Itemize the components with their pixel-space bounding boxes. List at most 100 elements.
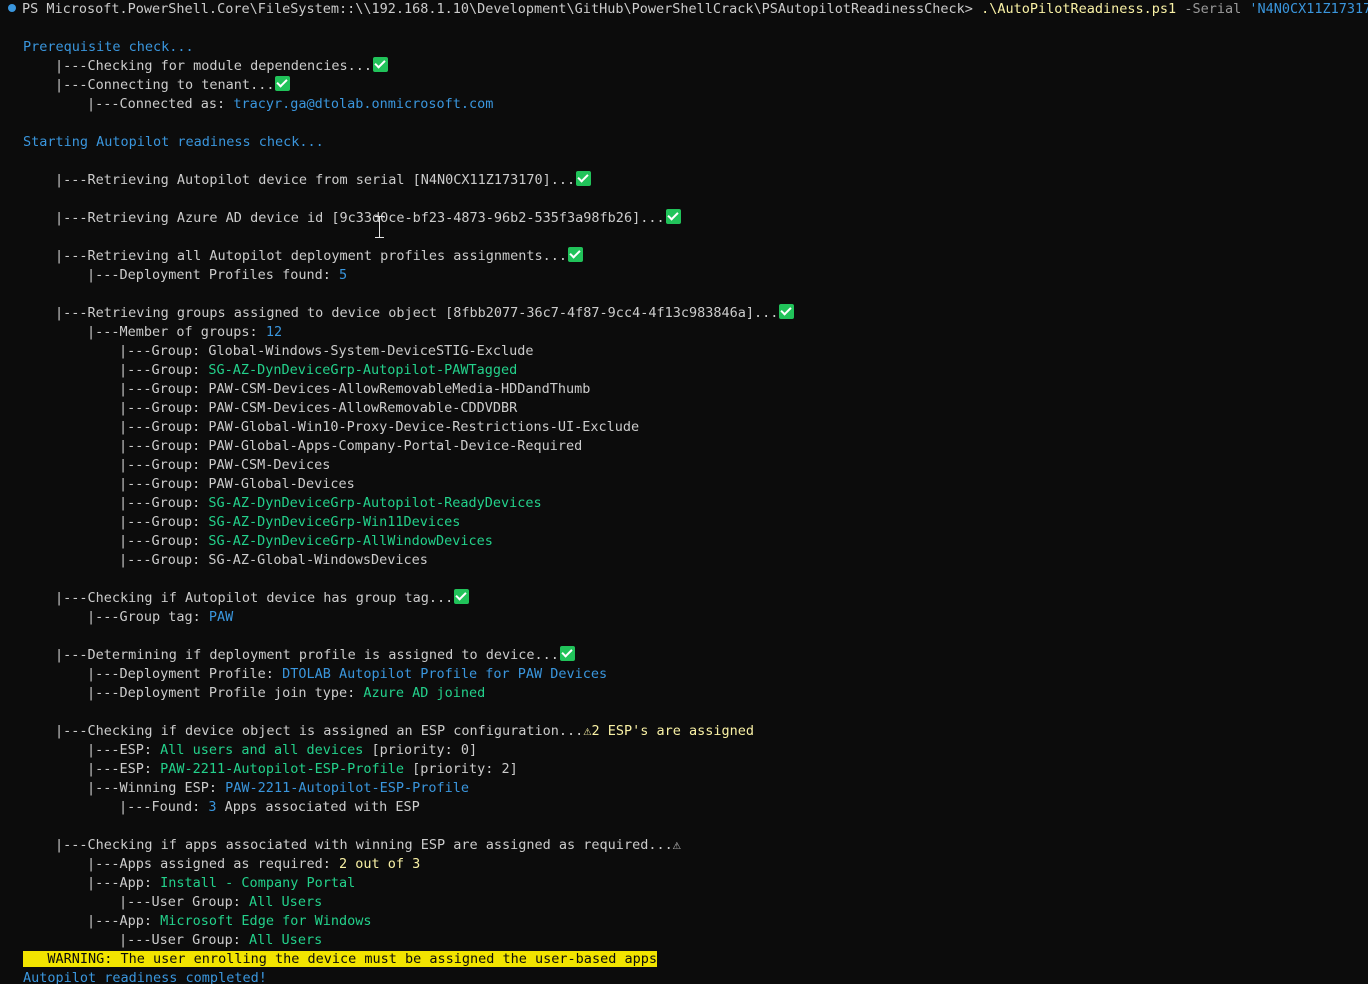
usergroup-value: All Users bbox=[249, 894, 323, 910]
prereq-tenant: |---Connecting to tenant... bbox=[55, 77, 275, 93]
step-retrieve-aad: |---Retrieving Azure AD device id [9c33d… bbox=[55, 209, 681, 228]
profiles-found-value: 5 bbox=[338, 267, 348, 283]
app-label: |---App: bbox=[87, 875, 161, 891]
check-icon bbox=[559, 646, 575, 661]
warning-text: WARNING: The user enrolling the device m… bbox=[23, 951, 657, 967]
profiles-found-label: |---Deployment Profiles found: bbox=[87, 267, 339, 283]
winning-value: PAW-2211-Autopilot-ESP-Profile bbox=[225, 780, 470, 796]
list-item: |---Group: SG-AZ-Global-WindowsDevices bbox=[119, 551, 428, 570]
list-item: |---Group: PAW-CSM-Devices bbox=[119, 456, 330, 475]
prereq-connected-line: |---Connected as: tracyr.ga@dtolab.onmic… bbox=[87, 95, 493, 114]
prompt-dot-icon bbox=[8, 4, 16, 12]
grouptag-line: |---Group tag: PAW bbox=[87, 608, 233, 627]
prompt-param: -Serial bbox=[1184, 1, 1242, 17]
prereq-modules: |---Checking for module dependencies... bbox=[55, 58, 372, 74]
apps-assigned-value: 2 out of 3 bbox=[338, 856, 421, 872]
esp-label: |---ESP: bbox=[87, 761, 161, 777]
group-prefix: |---Group: bbox=[119, 457, 209, 473]
list-item: |---Group: Global-Windows-System-DeviceS… bbox=[119, 342, 534, 361]
app2-name: Microsoft Edge for Windows bbox=[160, 913, 372, 929]
step-retrieve-device: |---Retrieving Autopilot device from ser… bbox=[55, 171, 592, 190]
esp1-name: All users and all devices bbox=[160, 742, 364, 758]
esp-check: |---Checking if device object is assigne… bbox=[55, 723, 584, 739]
esp2-name: PAW-2211-Autopilot-ESP-Profile bbox=[160, 761, 404, 777]
member-of-groups-line: |---Member of groups: 12 bbox=[87, 323, 282, 342]
list-item: |---Group: PAW-CSM-Devices-AllowRemovabl… bbox=[119, 380, 590, 399]
profile-join-value: Azure AD joined bbox=[363, 685, 486, 701]
usergroup-value: All Users bbox=[249, 932, 323, 948]
profiles-found-line: |---Deployment Profiles found: 5 bbox=[87, 266, 347, 285]
step-retrieve-profiles: |---Retrieving all Autopilot deployment … bbox=[55, 247, 584, 266]
esp-check-line: |---Checking if device object is assigne… bbox=[55, 722, 754, 741]
found-label: |---Found: bbox=[119, 799, 209, 815]
group-name: PAW-CSM-Devices-AllowRemovableMedia-HDDa… bbox=[208, 381, 591, 397]
list-item: |---Group: SG-AZ-DynDeviceGrp-Win11Devic… bbox=[119, 513, 460, 532]
esp2-line: |---ESP: PAW-2211-Autopilot-ESP-Profile … bbox=[87, 760, 518, 779]
esp2-priority: [priority: 2] bbox=[404, 761, 518, 777]
list-item: |---Group: SG-AZ-DynDeviceGrp-Autopilot-… bbox=[119, 361, 517, 380]
check-icon bbox=[372, 57, 388, 72]
group-prefix: |---Group: bbox=[119, 419, 209, 435]
profile-join-line: |---Deployment Profile join type: Azure … bbox=[87, 684, 485, 703]
check-icon bbox=[779, 304, 795, 319]
group-prefix: |---Group: bbox=[119, 400, 209, 416]
warning-line: WARNING: The user enrolling the device m… bbox=[23, 950, 657, 969]
group-prefix: |---Group: bbox=[119, 533, 209, 549]
group-name: SG-AZ-DynDeviceGrp-Autopilot-PAWTagged bbox=[208, 362, 518, 378]
prompt-command: .\AutoPilotReadiness.ps1 bbox=[981, 1, 1177, 17]
usergroup-label: |---User Group: bbox=[119, 932, 250, 948]
group-name: PAW-Global-Devices bbox=[208, 476, 355, 492]
terminal-window[interactable]: PS Microsoft.PowerShell.Core\FileSystem:… bbox=[0, 0, 1368, 984]
profile-line: |---Deployment Profile: DTOLAB Autopilot… bbox=[87, 665, 607, 684]
winning-label: |---Winning ESP: bbox=[87, 780, 226, 796]
group-name: PAW-CSM-Devices bbox=[208, 457, 331, 473]
group-name: Global-Windows-System-DeviceSTIG-Exclude bbox=[208, 343, 534, 359]
list-item: |---Group: SG-AZ-DynDeviceGrp-Autopilot-… bbox=[119, 494, 542, 513]
step-retrieve-profiles-text: |---Retrieving all Autopilot deployment … bbox=[55, 248, 568, 264]
usergroup-label: |---User Group: bbox=[119, 894, 250, 910]
completed-text: Autopilot readiness completed! bbox=[23, 970, 267, 984]
grouptag-check: |---Checking if Autopilot device has gro… bbox=[55, 590, 454, 606]
winning-esp-line: |---Winning ESP: PAW-2211-Autopilot-ESP-… bbox=[87, 779, 469, 798]
esp-found-line: |---Found: 3 Apps associated with ESP bbox=[119, 798, 420, 817]
step-retrieve-groups-text: |---Retrieving groups assigned to device… bbox=[55, 305, 779, 321]
start-title: Starting Autopilot readiness check... bbox=[23, 134, 324, 150]
profile-check: |---Determining if deployment profile is… bbox=[55, 647, 559, 663]
prereq-modules-line: |---Checking for module dependencies... bbox=[55, 57, 388, 76]
group-prefix: |---Group: bbox=[119, 381, 209, 397]
group-name: SG-AZ-Global-WindowsDevices bbox=[208, 552, 428, 568]
check-icon bbox=[568, 247, 584, 262]
profile-join-label: |---Deployment Profile join type: bbox=[87, 685, 364, 701]
app1-name: Install - Company Portal bbox=[160, 875, 356, 891]
group-name: SG-AZ-DynDeviceGrp-Win11Devices bbox=[208, 514, 461, 530]
esp-warn-text: 2 ESP's are assigned bbox=[591, 723, 755, 739]
prereq-title: Prerequisite check... bbox=[23, 39, 194, 55]
esp-label: |---ESP: bbox=[87, 742, 161, 758]
profile-check-line: |---Determining if deployment profile is… bbox=[55, 646, 575, 665]
check-icon bbox=[275, 76, 291, 91]
apps-assigned-line: |---Apps assigned as required: 2 out of … bbox=[87, 855, 420, 874]
group-name: SG-AZ-DynDeviceGrp-AllWindowDevices bbox=[208, 533, 493, 549]
app1-line: |---App: Install - Company Portal bbox=[87, 874, 355, 893]
apps-check-line: |---Checking if apps associated with win… bbox=[55, 836, 681, 855]
mouse-cursor-icon bbox=[374, 215, 385, 239]
group-name: PAW-Global-Apps-Company-Portal-Device-Re… bbox=[208, 438, 583, 454]
apps-assigned-label: |---Apps assigned as required: bbox=[87, 856, 339, 872]
grouptag-value: PAW bbox=[208, 609, 234, 625]
group-name: SG-AZ-DynDeviceGrp-Autopilot-ReadyDevice… bbox=[208, 495, 542, 511]
prompt-line: PS Microsoft.PowerShell.Core\FileSystem:… bbox=[0, 0, 1368, 19]
connected-label: |---Connected as: bbox=[87, 96, 234, 112]
group-prefix: |---Group: bbox=[119, 552, 209, 568]
step-retrieve-aad-text: |---Retrieving Azure AD device id [9c33d… bbox=[55, 210, 665, 226]
app2-usergroup-line: |---User Group: All Users bbox=[119, 931, 322, 950]
step-retrieve-device-text: |---Retrieving Autopilot device from ser… bbox=[55, 172, 576, 188]
list-item: |---Group: PAW-Global-Win10-Proxy-Device… bbox=[119, 418, 639, 437]
esp1-line: |---ESP: All users and all devices [prio… bbox=[87, 741, 477, 760]
warning-icon: ⚠ bbox=[672, 837, 681, 853]
found-suffix: Apps associated with ESP bbox=[216, 799, 420, 815]
connected-user: tracyr.ga@dtolab.onmicrosoft.com bbox=[233, 96, 494, 112]
profile-label: |---Deployment Profile: bbox=[87, 666, 283, 682]
prereq-tenant-line: |---Connecting to tenant... bbox=[55, 76, 291, 95]
profile-value: DTOLAB Autopilot Profile for PAW Devices bbox=[282, 666, 608, 682]
app2-line: |---App: Microsoft Edge for Windows bbox=[87, 912, 371, 931]
